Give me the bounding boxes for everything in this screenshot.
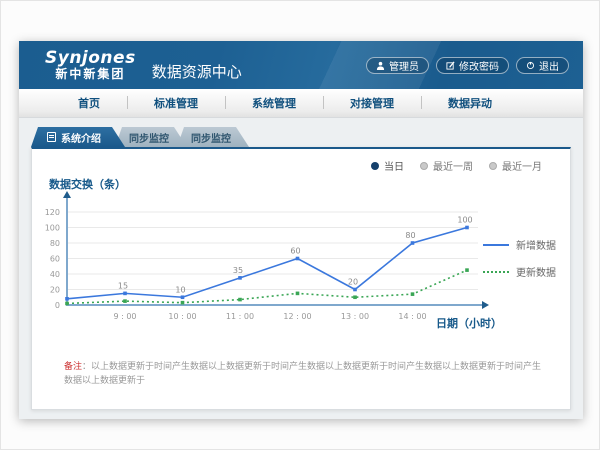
radio-dot: [420, 162, 428, 170]
tab-1[interactable]: 同步监控: [115, 127, 187, 147]
note-text: ：以上数据更新于时间产生数据以上数据更新于时间产生数据以上数据更新于时间产生数据…: [64, 362, 541, 386]
user-icon: [376, 61, 385, 70]
nav-item-4[interactable]: 数据异动: [421, 95, 519, 111]
svg-text:0: 0: [55, 301, 60, 310]
note-label: 备注: [64, 362, 82, 372]
svg-text:80: 80: [50, 239, 60, 248]
tab-0[interactable]: 系统介绍: [31, 127, 125, 147]
tab-bar: 系统介绍同步监控同步监控: [31, 127, 239, 147]
svg-text:80: 80: [405, 231, 415, 240]
app-window: Synjones 新中新集团 数据资源中心 管理员修改密码退出 首页标准管理系统…: [19, 41, 583, 419]
svg-text:35: 35: [233, 266, 243, 275]
nav-item-0[interactable]: 首页: [51, 95, 127, 111]
svg-text:20: 20: [348, 278, 358, 287]
chart-legend: 新增数据更新数据: [483, 237, 556, 279]
svg-text:14 : 00: 14 : 00: [398, 312, 426, 321]
tab-2[interactable]: 同步监控: [177, 127, 249, 147]
svg-text:40: 40: [50, 270, 60, 279]
svg-text:120: 120: [45, 208, 60, 217]
radio-2[interactable]: 最近一月: [489, 158, 542, 173]
svg-text:100: 100: [457, 216, 472, 225]
svg-text:60: 60: [290, 247, 300, 256]
nav-item-2[interactable]: 系统管理: [225, 95, 323, 111]
logo-english: Synjones: [45, 50, 136, 68]
nav-item-1[interactable]: 标准管理: [127, 95, 225, 111]
change-password-button[interactable]: 修改密码: [436, 57, 509, 74]
radio-dot: [371, 162, 379, 170]
svg-text:12 : 00: 12 : 00: [283, 312, 311, 321]
radio-dot: [489, 162, 497, 170]
logo-chinese: 新中新集团: [45, 68, 136, 81]
radio-1[interactable]: 最近一周: [420, 158, 473, 173]
footer-note: 备注：以上数据更新于时间产生数据以上数据更新于时间产生数据以上数据更新于时间产生…: [64, 361, 550, 388]
page-title: 数据资源中心: [152, 61, 242, 82]
time-range-filter: 当日 最近一周 最近一月: [371, 158, 542, 173]
svg-text:11 : 00: 11 : 00: [226, 312, 254, 321]
svg-text:20: 20: [50, 286, 60, 295]
legend-item-1[interactable]: 更新数据: [483, 264, 556, 279]
legend-item-0[interactable]: 新增数据: [483, 237, 556, 252]
nav-item-3[interactable]: 对接管理: [323, 95, 421, 111]
svg-text:100: 100: [45, 224, 60, 233]
legend-line-sample: [483, 271, 509, 273]
main-nav: 首页标准管理系统管理对接管理数据异动: [19, 89, 583, 118]
logout-button[interactable]: 退出: [516, 57, 569, 74]
admin-button[interactable]: 管理员: [366, 57, 429, 74]
page-background: Synjones 新中新集团 数据资源中心 管理员修改密码退出 首页标准管理系统…: [0, 0, 600, 450]
company-logo: Synjones 新中新集团: [45, 50, 136, 80]
svg-text:60: 60: [50, 255, 60, 264]
svg-text:10: 10: [175, 285, 185, 294]
svg-text:13 : 00: 13 : 00: [341, 312, 369, 321]
x-axis-title: 日期（小时）: [436, 315, 502, 331]
content-panel: 当日最近一周最近一月 数据交换（条） 0204060801001209 : 00…: [31, 147, 571, 410]
app-header: Synjones 新中新集团 数据资源中心 管理员修改密码退出: [19, 41, 583, 89]
user-toolbar: 管理员修改密码退出: [366, 57, 569, 74]
svg-text:9 : 00: 9 : 00: [113, 312, 136, 321]
document-icon: [47, 132, 56, 142]
svg-text:10 : 00: 10 : 00: [168, 312, 196, 321]
legend-line-sample: [483, 244, 509, 246]
power-icon: [526, 61, 535, 70]
svg-text:15: 15: [118, 281, 128, 290]
edit-icon: [446, 61, 455, 70]
radio-0[interactable]: 当日: [371, 158, 404, 173]
